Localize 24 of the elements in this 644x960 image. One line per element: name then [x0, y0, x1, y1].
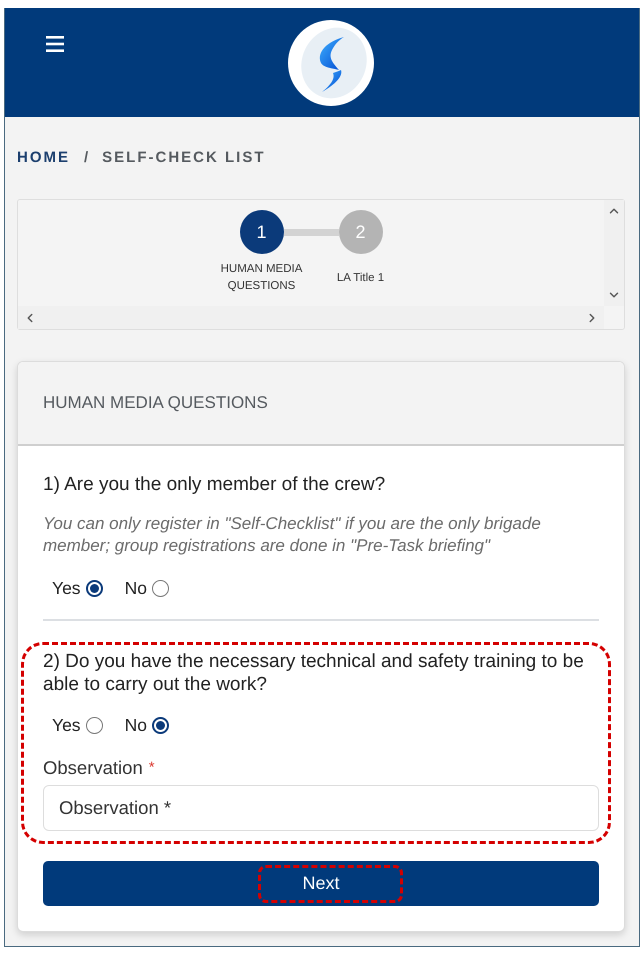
radio-label[interactable]: No [124, 712, 147, 738]
radio-label[interactable]: Yes [52, 574, 81, 602]
question-text: 1) Are you the only member of the crew? [43, 473, 386, 496]
next-button[interactable]: Next [43, 861, 599, 906]
radio-label[interactable]: No [124, 574, 147, 602]
step-connector [284, 228, 338, 236]
question-hint: You can only register in "Self-Checklist" if you are the only brigade member; group registrations are done in "Pre-Task briefing" [43, 513, 542, 557]
radio-button[interactable] [152, 716, 169, 734]
observation-field[interactable]: Observation * [43, 785, 599, 831]
logo-icon [288, 20, 374, 106]
step-label: LA Title 1 [336, 270, 384, 286]
radio-label[interactable]: Yes [52, 712, 81, 738]
menu-icon[interactable] [46, 36, 64, 52]
radio-button[interactable] [86, 716, 103, 734]
question-text: 2) Do you have the necessary technical and safety training to be able to carry out the work? [43, 650, 585, 696]
breadcrumb-current: SELF-CHECK LIST [102, 148, 266, 168]
required-mark: * [148, 758, 155, 778]
radio-button[interactable] [152, 580, 169, 596]
radio-button[interactable] [86, 580, 103, 596]
field-label: Observation [43, 756, 143, 780]
step-label: HUMAN MEDIA QUESTIONS [220, 262, 304, 294]
section-title: HUMAN MEDIA QUESTIONS [43, 392, 268, 414]
breadcrumb-separator: / [84, 148, 88, 168]
breadcrumb-link[interactable]: HOME [17, 146, 70, 170]
